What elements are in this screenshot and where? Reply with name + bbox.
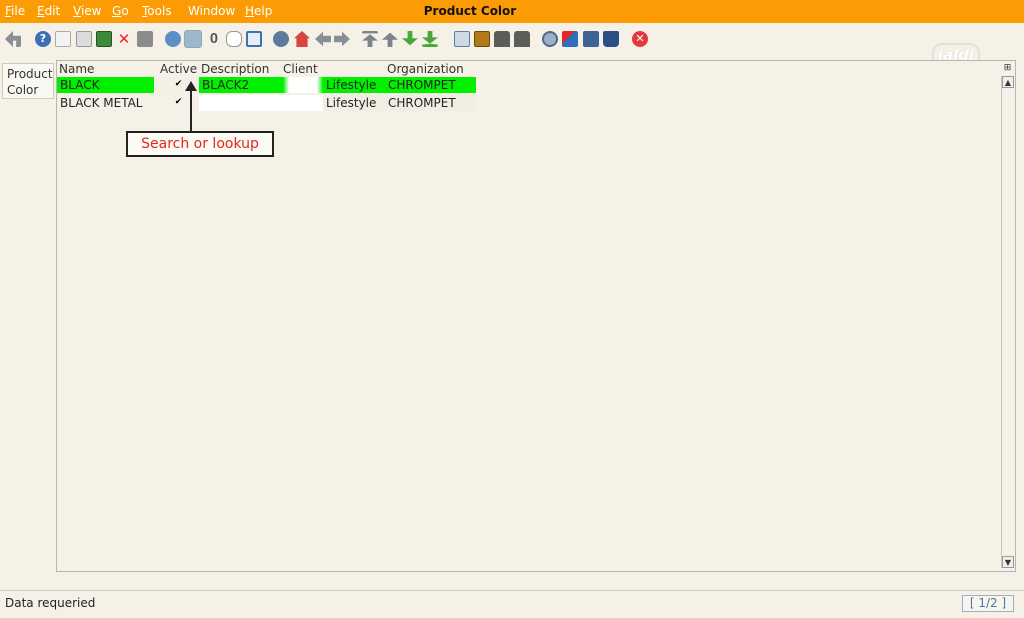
menu-bar: File Edit View Go Tools Window Help Prod… (0, 0, 1024, 23)
menu-edit[interactable]: Edit (37, 4, 60, 18)
window-title: Product Color (423, 4, 517, 18)
menu-window[interactable]: Window (188, 4, 235, 18)
column-header-client[interactable]: Client (283, 62, 318, 76)
menu-tools[interactable]: Tools (142, 4, 172, 18)
first-record-icon[interactable] (362, 31, 378, 47)
report-icon[interactable] (454, 31, 470, 47)
menu-view[interactable]: View (73, 4, 101, 18)
print-icon[interactable] (514, 31, 530, 47)
column-header-name[interactable]: Name (59, 62, 94, 76)
delete-icon[interactable]: ✕ (116, 31, 132, 47)
callout-line (190, 87, 192, 131)
cell-client-blank (283, 95, 323, 111)
menu-go[interactable]: Go (112, 4, 129, 18)
undo-icon[interactable] (5, 31, 21, 47)
previous-record-icon[interactable] (382, 32, 398, 47)
column-chooser-icon[interactable]: ⊞ (1001, 61, 1014, 75)
home-icon[interactable] (294, 31, 310, 47)
zoom-across-icon[interactable] (542, 31, 558, 47)
cell-active[interactable]: ✔ (154, 95, 199, 111)
cell-organization[interactable]: CHROMPET (385, 95, 476, 111)
record-count[interactable]: [ 1/2 ] (962, 595, 1014, 612)
cell-name[interactable]: BLACK METAL (57, 95, 154, 111)
cell-description[interactable]: BLACK2 (199, 77, 283, 93)
search-lookup-callout: Search or lookup (126, 131, 274, 157)
history-icon[interactable] (273, 31, 289, 47)
tab-label-line2: Color (7, 83, 39, 97)
status-message: Data requeried (5, 596, 96, 610)
attachment-icon[interactable]: 𝟎 (206, 31, 222, 47)
active-checkbox[interactable]: ✔ (174, 80, 183, 89)
cell-client-blank (283, 77, 323, 93)
menu-file[interactable]: File (5, 4, 25, 18)
save-icon[interactable] (96, 31, 112, 47)
archive-icon[interactable] (474, 31, 490, 47)
cell-organization[interactable]: CHROMPET (385, 77, 476, 93)
request-icon[interactable] (583, 31, 599, 47)
cell-client[interactable]: Lifestyle (323, 95, 385, 111)
scroll-down-icon[interactable]: ▼ (1002, 556, 1014, 568)
new-record-icon[interactable] (55, 31, 71, 47)
product-info-icon[interactable] (603, 31, 619, 47)
help-icon[interactable]: ? (35, 31, 51, 47)
column-header-description[interactable]: Description (201, 62, 269, 76)
tab-label-line1: Product (7, 67, 53, 81)
last-record-icon[interactable] (422, 31, 438, 47)
grid-toggle-icon[interactable] (246, 31, 262, 47)
cell-description[interactable] (199, 95, 283, 111)
exit-icon[interactable]: ✕ (632, 31, 648, 47)
chat-icon[interactable] (226, 31, 242, 47)
previous-icon[interactable] (315, 31, 331, 47)
scroll-up-icon[interactable]: ▲ (1002, 76, 1014, 88)
search-lookup-icon[interactable] (184, 30, 202, 48)
save-disabled-icon (137, 31, 153, 47)
menu-help[interactable]: Help (245, 4, 272, 18)
column-header-organization[interactable]: Organization (387, 62, 464, 76)
print-preview-icon[interactable] (494, 31, 510, 47)
tab-product-color[interactable]: Product Color (2, 63, 54, 99)
toolbar: ? ✕ 𝟎 ✕ (0, 23, 1024, 57)
vertical-scrollbar[interactable]: ▲ ▼ (1001, 76, 1014, 568)
next-icon[interactable] (334, 31, 350, 47)
cell-name[interactable]: BLACK (57, 77, 154, 93)
next-record-icon[interactable] (402, 31, 418, 46)
copy-record-icon[interactable] (76, 31, 92, 47)
workflow-icon[interactable] (562, 31, 578, 47)
cell-client[interactable]: Lifestyle (323, 77, 385, 93)
refresh-icon[interactable] (165, 31, 181, 47)
column-header-active[interactable]: Active (160, 62, 197, 76)
active-checkbox[interactable]: ✔ (174, 98, 183, 107)
status-bar: Data requeried [ 1/2 ] (0, 590, 1024, 618)
